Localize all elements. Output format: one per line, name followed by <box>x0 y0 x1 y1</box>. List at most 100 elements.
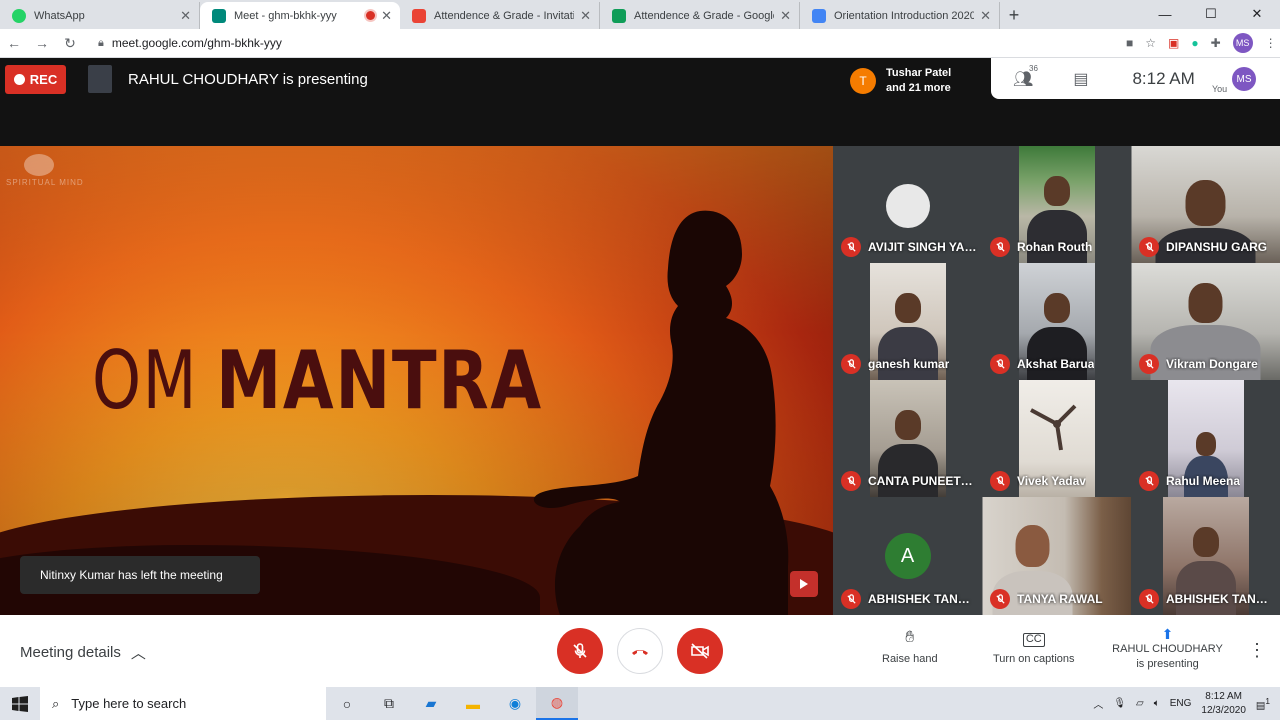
joined-notification[interactable]: T Tushar Patel and 21 more <box>850 63 990 99</box>
participant-tile[interactable]: TANYA RAWAL <box>982 497 1131 615</box>
participant-tile[interactable]: ganesh kumar <box>833 263 982 380</box>
youtube-subscribe-icon <box>790 571 818 597</box>
mic-off-icon <box>1139 471 1159 491</box>
store-icon[interactable]: ▰ <box>410 687 452 720</box>
extension-icon[interactable]: ▣ <box>1168 36 1179 50</box>
url-text: meet.google.com/ghm-bkhk-yyy <box>111 36 282 50</box>
participant-tile[interactable]: CANTA PUNEETH ... <box>833 380 982 497</box>
channel-logo-text: SPIRITUAL MIND <box>6 178 84 187</box>
windows-start-icon[interactable] <box>0 687 40 720</box>
participant-name: Akshat Barua <box>1017 357 1095 371</box>
profile-avatar[interactable]: MS <box>1232 33 1253 53</box>
participant-tile[interactable]: DIPANSHU GARG <box>1131 146 1280 263</box>
bookmark-star-icon[interactable]: ☆ <box>1145 36 1156 50</box>
volume-icon[interactable]: 🔈︎ <box>1154 698 1160 709</box>
mic-off-icon <box>990 471 1010 491</box>
close-tab-icon[interactable]: ✕ <box>381 8 392 24</box>
user-avatar[interactable]: MS <box>1232 67 1256 91</box>
microphone-toggle-button[interactable] <box>557 628 603 674</box>
participant-tile[interactable]: Vikram Dongare <box>1131 263 1280 380</box>
participant-tile[interactable]: Rohan Routh <box>982 146 1131 263</box>
presenting-title: RAHUL CHOUDHARY is presenting <box>128 71 368 88</box>
notification-center-icon[interactable]: ▤1 <box>1256 696 1270 711</box>
mic-off-icon <box>841 589 861 609</box>
back-arrow-icon[interactable]: ← <box>0 35 28 51</box>
participant-tile[interactable]: ABHISHEK TANWAR <box>1131 497 1280 615</box>
new-tab-button[interactable]: + <box>1000 2 1028 29</box>
url-field[interactable]: 🔒︎ meet.google.com/ghm-bkhk-yyy <box>90 31 1120 55</box>
title-om: OM <box>92 334 199 427</box>
tab-whatsapp[interactable]: WhatsApp ✕ <box>0 2 200 29</box>
leave-call-button[interactable] <box>617 628 663 674</box>
cortana-icon[interactable]: ○ <box>326 687 368 720</box>
forward-arrow-icon[interactable]: → <box>28 35 56 51</box>
close-tab-icon[interactable]: ✕ <box>780 8 791 24</box>
meeting-controls-bar: Meeting details ︿ ✋︎ Raise hand CC Turn … <box>0 615 1280 687</box>
presentation-screen: SPIRITUAL MIND OM MANTRA Nitinxy Kumar h… <box>0 146 833 615</box>
language-indicator[interactable]: ENG <box>1170 698 1192 709</box>
raise-hand-button[interactable]: ✋︎ Raise hand <box>882 629 938 665</box>
captions-button[interactable]: CC Turn on captions <box>993 629 1075 665</box>
close-tab-icon[interactable]: ✕ <box>180 8 191 24</box>
participant-head <box>894 293 921 323</box>
participant-name: Rahul Meena <box>1166 474 1241 488</box>
browser-tab-strip: WhatsApp ✕ Meet - ghm-bkhk-yyy ✕ Attende… <box>0 0 1280 29</box>
tab-sheets[interactable]: Attendence & Grade - Google S ✕ <box>600 2 800 29</box>
chrome-icon[interactable]: ◍ <box>536 687 578 720</box>
edge-icon[interactable]: ◉ <box>494 687 536 720</box>
puzzle-icon[interactable]: ✚ <box>1211 36 1221 50</box>
grammarly-icon[interactable]: ● <box>1191 36 1198 50</box>
participant-tile[interactable]: AVIJIT SINGH YAD... <box>833 146 982 263</box>
tab-meet[interactable]: Meet - ghm-bkhk-yyy ✕ <box>200 2 400 29</box>
recording-badge[interactable]: REC <box>5 65 66 94</box>
close-tab-icon[interactable]: ✕ <box>580 8 591 24</box>
reload-icon[interactable]: ↻ <box>56 35 84 52</box>
tab-docs[interactable]: Orientation Introduction 2020 - ✕ <box>800 2 1000 29</box>
participant-name: Rohan Routh <box>1017 240 1093 254</box>
joined-avatar: T <box>850 68 876 94</box>
tab-title: Orientation Introduction 2020 - <box>834 9 975 22</box>
participant-tile[interactable]: Vivek Yadav <box>982 380 1131 497</box>
chat-icon[interactable]: ▤ <box>1073 69 1088 89</box>
mic-off-icon <box>1139 237 1159 257</box>
presenter-name: RAHUL CHOUDHARY <box>1112 643 1223 655</box>
search-placeholder: Type here to search <box>71 696 187 711</box>
participant-head <box>1015 525 1049 567</box>
gmail-favicon-icon <box>412 8 426 23</box>
participant-tile[interactable]: Rahul Meena <box>1131 380 1280 497</box>
taskbar-clock[interactable]: 8:12 AM 12/3/2020 <box>1201 690 1246 718</box>
tab-title: Attendence & Grade - Invitation <box>434 9 575 22</box>
file-explorer-icon[interactable]: ▬ <box>452 687 494 720</box>
people-icon[interactable]: 👥︎ 36 <box>1013 64 1038 89</box>
tab-title: WhatsApp <box>34 9 85 22</box>
taskbar-search-box[interactable]: ⌕ Type here to search <box>40 687 326 720</box>
microphone-icon[interactable]: 🎙︎ <box>1113 698 1126 709</box>
participant-name: ganesh kumar <box>868 357 950 371</box>
present-screen-icon: ⬆ <box>1161 626 1174 642</box>
meeting-details-label: Meeting details <box>20 644 121 661</box>
tab-gmail[interactable]: Attendence & Grade - Invitation ✕ <box>400 2 600 29</box>
network-icon[interactable]: ▱ <box>1136 698 1144 709</box>
present-now-button[interactable]: ⬆ RAHUL CHOUDHARY is presenting <box>1110 627 1225 672</box>
task-view-icon[interactable]: ⧉ <box>368 687 410 720</box>
meeting-details-button[interactable]: Meeting details ︿ <box>20 642 146 663</box>
camera-toggle-button[interactable] <box>677 628 723 674</box>
you-label: You <box>1212 84 1228 94</box>
more-options-icon[interactable]: ⋮ <box>1248 640 1266 661</box>
window-controls: — ☐ ✕ <box>1142 0 1280 28</box>
meet-header: REC RAHUL CHOUDHARY is presenting T Tush… <box>0 58 1280 146</box>
camera-icon[interactable]: ■ <box>1126 36 1133 50</box>
close-tab-icon[interactable]: ✕ <box>980 8 991 24</box>
maximize-icon[interactable]: ☐ <box>1188 0 1234 28</box>
participant-tile[interactable]: A ABHISHEK TANWAR <box>833 497 982 615</box>
clock-time: 8:12 AM <box>1205 690 1242 702</box>
sheets-favicon-icon <box>612 8 626 23</box>
joined-name: Tushar Patel <box>886 67 952 79</box>
close-window-icon[interactable]: ✕ <box>1234 0 1280 28</box>
minimize-icon[interactable]: — <box>1142 0 1188 28</box>
show-hidden-icons-icon[interactable]: ︿ <box>1093 696 1103 711</box>
mic-off-icon <box>573 643 587 658</box>
participant-tile[interactable]: Akshat Barua <box>982 263 1131 380</box>
chrome-menu-icon[interactable]: ⋮ <box>1265 36 1277 50</box>
lock-icon: 🔒︎ <box>98 36 104 49</box>
